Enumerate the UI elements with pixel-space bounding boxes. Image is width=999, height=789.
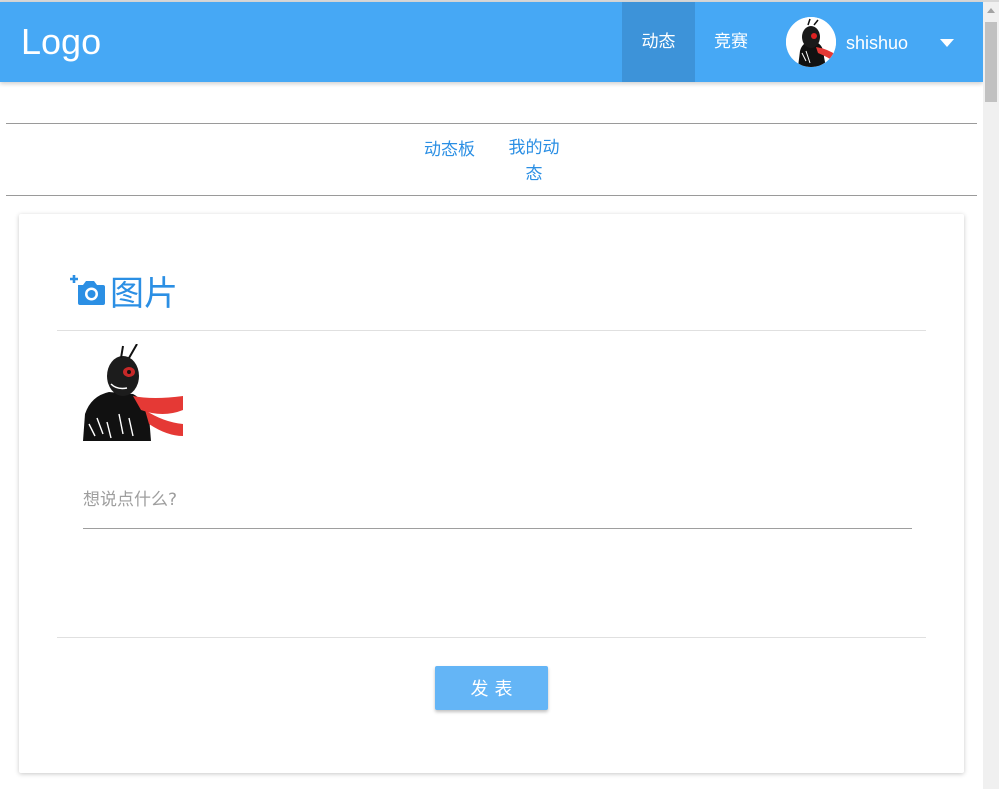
subtabs-bottom-divider bbox=[6, 195, 977, 196]
chevron-down-icon[interactable] bbox=[940, 39, 954, 47]
scroll-up-arrow-icon[interactable] bbox=[987, 8, 995, 13]
user-menu[interactable]: shishuo bbox=[786, 17, 966, 67]
username: shishuo bbox=[846, 33, 909, 53]
image-label: 图片 bbox=[110, 274, 178, 314]
nav-item-contest[interactable]: 竞赛 bbox=[695, 2, 767, 82]
top-navbar: Logo 动态 竞赛 shishuo bbox=[0, 2, 983, 82]
card-divider-top bbox=[57, 330, 926, 331]
add-photo-icon bbox=[70, 275, 105, 305]
logo[interactable]: Logo bbox=[21, 20, 101, 64]
nav-item-label: 动态 bbox=[641, 32, 676, 52]
image-preview bbox=[83, 344, 183, 441]
scroll-thumb[interactable] bbox=[985, 22, 997, 102]
card-divider-bottom bbox=[57, 637, 926, 638]
masked-hero-image bbox=[83, 344, 183, 441]
post-composer-card: 图片 发表 bbox=[19, 214, 964, 773]
post-content-input[interactable] bbox=[83, 472, 912, 529]
subtabs-top-divider bbox=[6, 123, 977, 124]
masked-hero-avatar-icon bbox=[786, 17, 836, 67]
nav-item-label: 竞赛 bbox=[714, 32, 748, 52]
submit-post-button[interactable]: 发表 bbox=[435, 666, 548, 710]
nav-item-dynamics[interactable]: 动态 bbox=[622, 2, 695, 82]
avatar[interactable] bbox=[786, 17, 836, 67]
vertical-scrollbar[interactable] bbox=[983, 2, 999, 789]
tab-dynamics-board[interactable]: 动态板 bbox=[424, 137, 475, 163]
tab-my-dynamics[interactable]: 我的动态 bbox=[506, 135, 562, 187]
